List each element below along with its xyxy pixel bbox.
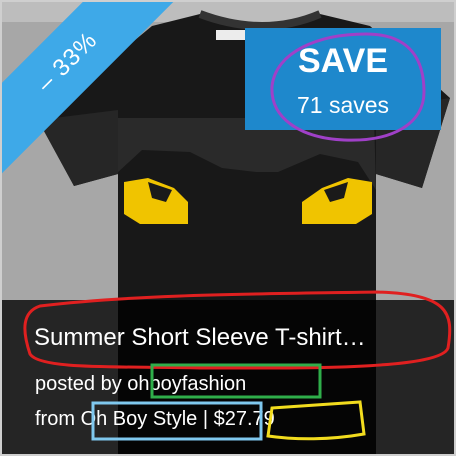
store-link[interactable]: Oh Boy Style <box>81 408 198 430</box>
from-prefix: from <box>35 408 75 430</box>
save-button[interactable]: SAVE 71 saves <box>245 28 441 130</box>
posted-by-line: posted by ohboyfashion <box>35 373 246 396</box>
separator: | <box>202 408 209 430</box>
save-count: 71 saves <box>296 92 390 118</box>
product-title[interactable]: Summer Short Sleeve T-shirt… <box>34 324 444 352</box>
save-label: SAVE <box>297 42 389 80</box>
posted-by-prefix: posted by <box>35 373 122 395</box>
price[interactable]: $27.79 <box>214 408 275 430</box>
author-link[interactable]: ohboyfashion <box>127 373 246 395</box>
store-line: from Oh Boy Style | $27.79 <box>35 408 275 431</box>
